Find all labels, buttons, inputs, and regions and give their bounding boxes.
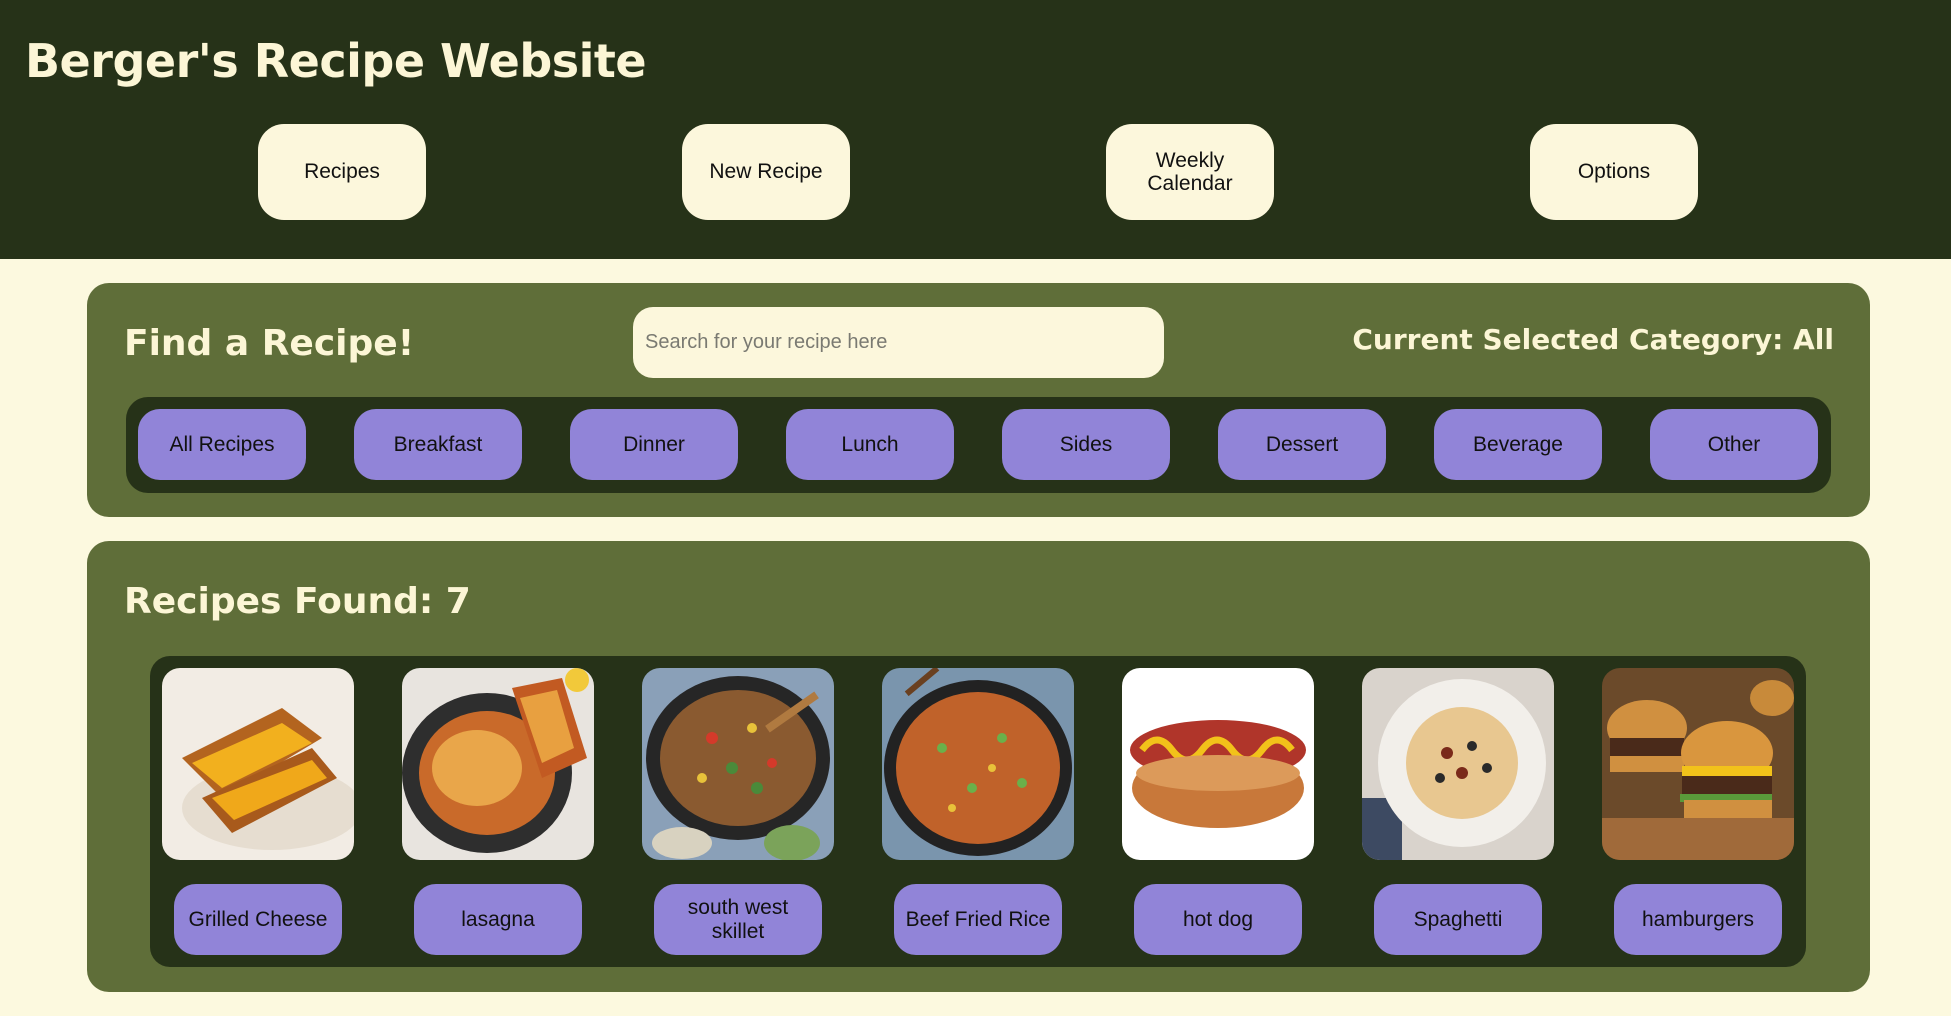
category-sides-button[interactable]: Sides (1002, 409, 1170, 480)
spaghetti-image[interactable] (1362, 668, 1554, 860)
hamburger-image[interactable] (1602, 668, 1794, 860)
lasagna-image[interactable] (402, 668, 594, 860)
category-bar: All Recipes Breakfast Dinner Lunch Sides… (126, 397, 1831, 493)
recipe-grilled-cheese-button[interactable]: Grilled Cheese (174, 884, 342, 955)
nav-new-recipe-button[interactable]: New Recipe (682, 124, 850, 220)
fried-rice-image[interactable] (882, 668, 1074, 860)
category-lunch-button[interactable]: Lunch (786, 409, 954, 480)
recipe-hot-dog-button[interactable]: hot dog (1134, 884, 1302, 955)
find-recipe-panel: Find a Recipe! Current Selected Category… (87, 283, 1870, 517)
category-dessert-button[interactable]: Dessert (1218, 409, 1386, 480)
recipe-south-west-skillet-button[interactable]: south west skillet (654, 884, 822, 955)
search-input[interactable] (633, 307, 1164, 378)
recipe-spaghetti-button[interactable]: Spaghetti (1374, 884, 1542, 955)
category-all-recipes-button[interactable]: All Recipes (138, 409, 306, 480)
find-recipe-heading: Find a Recipe! (124, 323, 415, 364)
nav-recipes-button[interactable]: Recipes (258, 124, 426, 220)
category-other-button[interactable]: Other (1650, 409, 1818, 480)
category-dinner-button[interactable]: Dinner (570, 409, 738, 480)
recipe-beef-fried-rice-button[interactable]: Beef Fried Rice (894, 884, 1062, 955)
recipe-cards-area: Grilled Cheese lasagna south west skille… (150, 656, 1806, 967)
results-panel: Recipes Found: 7 Grilled Cheese lasagna … (87, 541, 1870, 992)
site-title: Berger's Recipe Website (25, 34, 647, 88)
skillet-image[interactable] (642, 668, 834, 860)
current-category-label: Current Selected Category: All (1352, 323, 1834, 356)
recipe-hamburgers-button[interactable]: hamburgers (1614, 884, 1782, 955)
nav-options-button[interactable]: Options (1530, 124, 1698, 220)
nav-weekly-calendar-button[interactable]: Weekly Calendar (1106, 124, 1274, 220)
site-header: Berger's Recipe Website Recipes New Reci… (0, 0, 1951, 259)
category-beverage-button[interactable]: Beverage (1434, 409, 1602, 480)
grilled-cheese-image[interactable] (162, 668, 354, 860)
hot-dog-image[interactable] (1122, 668, 1314, 860)
recipe-lasagna-button[interactable]: lasagna (414, 884, 582, 955)
recipes-found-heading: Recipes Found: 7 (124, 581, 471, 622)
category-breakfast-button[interactable]: Breakfast (354, 409, 522, 480)
